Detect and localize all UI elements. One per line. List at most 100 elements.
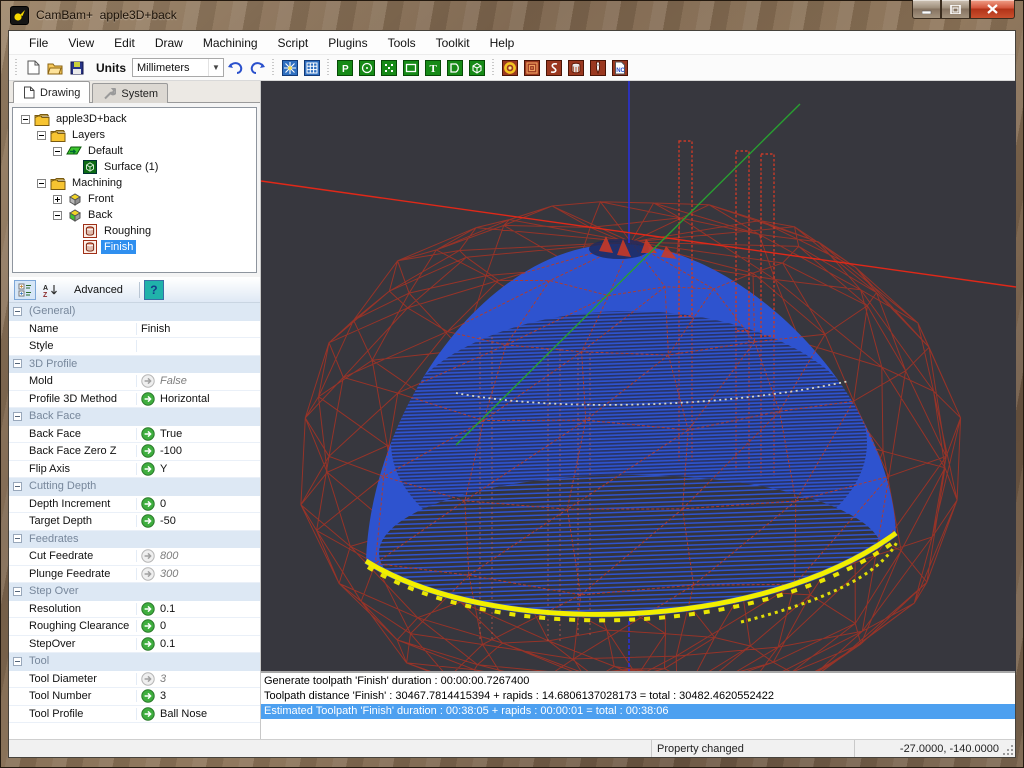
property-category-back-face[interactable]: Back Face [9,408,260,426]
property-value[interactable]: 3 [137,689,260,703]
category-collapse-icon[interactable] [13,307,22,316]
log-line[interactable]: Toolpath distance 'Finish' : 30467.78144… [261,689,1015,704]
profile-mop-icon[interactable] [500,58,520,78]
menu-script[interactable]: Script [268,33,319,53]
set-value-icon[interactable] [141,427,155,441]
property-category-step-over[interactable]: Step Over [9,583,260,601]
tab-system[interactable]: System [92,83,168,103]
tree-item-layers[interactable]: Layers [13,127,256,143]
points-icon[interactable] [379,58,399,78]
save-file-icon[interactable] [67,58,87,78]
tree-item-apple3d-back[interactable]: apple3D+back [13,111,256,127]
property-row-tool-profile[interactable]: Tool ProfileBall Nose [9,706,260,724]
default-value-icon[interactable] [141,567,155,581]
set-value-icon[interactable] [141,514,155,528]
property-row-name[interactable]: NameFinish [9,321,260,339]
property-value[interactable]: -100 [137,444,260,458]
menu-toolkit[interactable]: Toolkit [426,33,480,53]
property-row-roughing-clearance[interactable]: Roughing Clearance0 [9,618,260,636]
property-value[interactable]: 0 [137,497,260,511]
menu-help[interactable]: Help [480,33,525,53]
property-category-tool[interactable]: Tool [9,653,260,671]
property-value[interactable]: True [137,427,260,441]
alphabetical-sort-button[interactable]: AZ [40,280,62,300]
set-value-icon[interactable] [141,637,155,651]
property-category-cutting-depth[interactable]: Cutting Depth [9,478,260,496]
property-row-cut-feedrate[interactable]: Cut Feedrate800 [9,548,260,566]
tree-item-default[interactable]: Default [13,143,256,159]
chevron-down-icon[interactable]: ▼ [208,59,223,76]
tree-expander-plus[interactable] [53,195,62,204]
gcode-icon[interactable]: NC [610,58,630,78]
menu-file[interactable]: File [19,33,58,53]
category-collapse-icon[interactable] [13,482,22,491]
drill-mop-icon[interactable] [566,58,586,78]
tree-item-finish[interactable]: Finish [13,239,256,255]
set-value-icon[interactable] [141,392,155,406]
property-row-tool-diameter[interactable]: Tool Diameter3 [9,671,260,689]
tree-item-back[interactable]: Back [13,207,256,223]
set-value-icon[interactable] [141,707,155,721]
property-row-back-face[interactable]: Back FaceTrue [9,426,260,444]
drawing-tree[interactable]: apple3D+backLayersDefaultSurface (1)Mach… [12,107,257,273]
advanced-button[interactable]: Advanced [66,280,131,300]
maximize-button[interactable] [941,0,970,19]
property-value[interactable]: -50 [137,514,260,528]
set-value-icon[interactable] [141,619,155,633]
property-value[interactable]: Finish [137,323,260,335]
undo-icon[interactable] [225,58,245,78]
tree-item-roughing[interactable]: Roughing [13,223,256,239]
log-line[interactable]: Generate toolpath 'Finish' duration : 00… [261,674,1015,689]
property-grid[interactable]: (General)NameFinishStyle3D ProfileMoldFa… [9,303,260,739]
property-row-style[interactable]: Style [9,338,260,356]
category-collapse-icon[interactable] [13,587,22,596]
property-category-feedrates[interactable]: Feedrates [9,531,260,549]
property-value[interactable]: 800 [137,549,260,563]
tree-item-machining[interactable]: Machining [13,175,256,191]
set-value-icon[interactable] [141,444,155,458]
tree-expander-minus[interactable] [53,211,62,220]
titlebar[interactable]: CamBam+ apple3D+back [0,0,1024,30]
text-icon[interactable]: T [423,58,443,78]
tree-expander-minus[interactable] [53,147,62,156]
property-value[interactable]: Y [137,462,260,476]
property-value[interactable]: 0.1 [137,637,260,651]
minimize-button[interactable] [912,0,941,19]
set-value-icon[interactable] [141,462,155,476]
set-value-icon[interactable] [141,689,155,703]
default-value-icon[interactable] [141,549,155,563]
property-value[interactable]: 3 [137,672,260,686]
help-button[interactable]: ? [144,280,164,300]
tree-item-surface-1-[interactable]: Surface (1) [13,159,256,175]
property-row-tool-number[interactable]: Tool Number3 [9,688,260,706]
category-collapse-icon[interactable] [13,359,22,368]
menu-edit[interactable]: Edit [104,33,145,53]
property-value[interactable]: Horizontal [137,392,260,406]
log-line[interactable]: Estimated Toolpath 'Finish' duration : 0… [261,704,1015,719]
property-row-target-depth[interactable]: Target Depth-50 [9,513,260,531]
property-row-back-face-zero-z[interactable]: Back Face Zero Z-100 [9,443,260,461]
polyline-icon[interactable]: P [335,58,355,78]
menu-draw[interactable]: Draw [145,33,193,53]
category-collapse-icon[interactable] [13,412,22,421]
snap-icon[interactable] [280,58,300,78]
open-file-icon[interactable] [45,58,65,78]
menu-tools[interactable]: Tools [378,33,426,53]
tree-expander-minus[interactable] [37,131,46,140]
rectangle-icon[interactable] [401,58,421,78]
property-value[interactable]: 0 [137,619,260,633]
units-select[interactable]: Millimeters▼ [132,58,224,77]
tree-item-front[interactable]: Front [13,191,256,207]
property-row-plunge-feedrate[interactable]: Plunge Feedrate300 [9,566,260,584]
arc-icon[interactable] [445,58,465,78]
default-value-icon[interactable] [141,374,155,388]
property-value[interactable]: Ball Nose [137,707,260,721]
grid-icon[interactable] [302,58,322,78]
set-value-icon[interactable] [141,602,155,616]
tree-expander-minus[interactable] [37,179,46,188]
default-value-icon[interactable] [141,672,155,686]
property-value[interactable]: 0.1 [137,602,260,616]
tab-drawing[interactable]: Drawing [13,81,90,103]
vcarve-mop-icon[interactable] [588,58,608,78]
property-row-depth-increment[interactable]: Depth Increment0 [9,496,260,514]
